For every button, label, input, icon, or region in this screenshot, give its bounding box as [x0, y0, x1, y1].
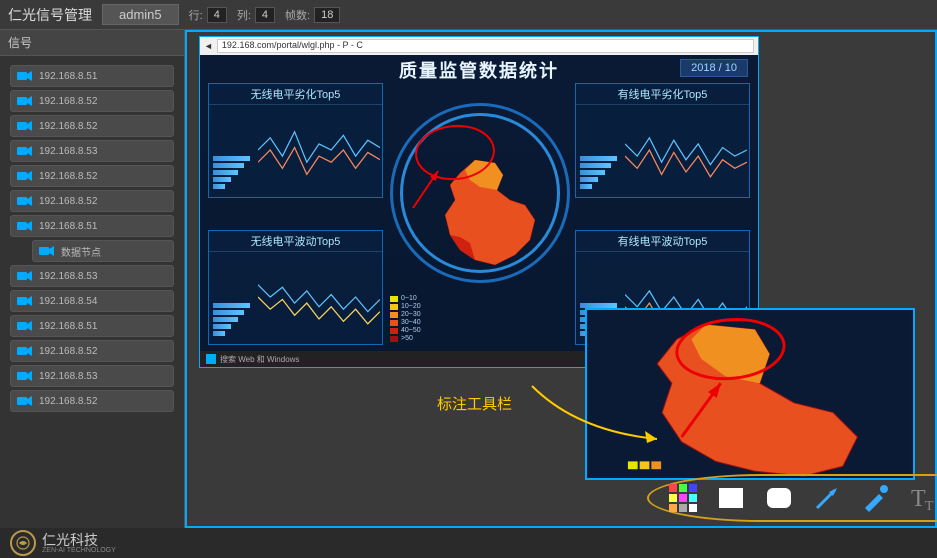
signal-item[interactable]: 192.168.8.53 [10, 265, 174, 287]
signal-item[interactable]: 192.168.8.52 [10, 90, 174, 112]
annotation-arrow [408, 163, 448, 218]
camera-icon [17, 120, 33, 132]
rounded-rect-tool-button[interactable] [759, 480, 799, 516]
camera-icon [17, 370, 33, 382]
annotation-toolbar: TT [647, 474, 937, 522]
signal-ip: 192.168.8.51 [39, 321, 97, 332]
camera-icon [39, 245, 55, 257]
map-legend: 0~1010~2020~3030~4040~50>50 [390, 294, 421, 343]
cols-control[interactable]: 列: 4 [237, 7, 275, 23]
signal-item[interactable]: 192.168.8.53 [10, 365, 174, 387]
company-sub: ZEN-AI TECHNOLOGY [42, 547, 116, 554]
signal-item[interactable]: 192.168.8.52 [10, 165, 174, 187]
signal-ip: 192.168.8.52 [39, 171, 97, 182]
toolbar-label: 标注工具栏 [437, 393, 512, 414]
sidebar-heading: 信号 [0, 30, 184, 56]
signal-ip: 192.168.8.52 [39, 121, 97, 132]
rows-control[interactable]: 行: 4 [189, 7, 227, 23]
company-name: 仁光科技 [42, 533, 116, 547]
panel-top-left: 无线电平劣化Top5 [208, 83, 383, 198]
signal-item[interactable]: 192.168.8.52 [10, 390, 174, 412]
signal-item[interactable]: 192.168.8.51 [10, 215, 174, 237]
signal-sidebar: 信号 192.168.8.51192.168.8.52192.168.8.521… [0, 30, 185, 528]
signal-ip: 192.168.8.52 [39, 346, 97, 357]
windows-start-icon[interactable] [206, 354, 216, 364]
signal-ip: 192.168.8.52 [39, 96, 97, 107]
signal-item[interactable]: 192.168.8.54 [10, 290, 174, 312]
signal-ip: 数据节点 [61, 244, 101, 259]
panel-bottom-left: 无线电平波动Top5 [208, 230, 383, 345]
search-placeholder[interactable]: 搜索 Web 和 Windows [220, 354, 299, 365]
back-icon[interactable]: ◄ [204, 41, 213, 51]
brush-tool-button[interactable] [855, 480, 895, 516]
camera-icon [17, 95, 33, 107]
camera-icon [17, 70, 33, 82]
browser-bar: ◄ 192.168.com/portal/wlgl.php - P - C [200, 37, 758, 55]
camera-icon [17, 320, 33, 332]
frames-control[interactable]: 帧数: 18 [285, 7, 340, 23]
signal-item[interactable]: 192.168.8.53 [10, 140, 174, 162]
user-display[interactable]: admin5 [102, 4, 179, 25]
panel-top-right: 有线电平劣化Top5 [575, 83, 750, 198]
dashboard-title: 质量监管数据统计 [200, 55, 758, 83]
signal-list: 192.168.8.51 192.168.8.52 192.168.8.52 192.… [0, 56, 184, 421]
signal-item[interactable]: 192.168.8.51 [10, 65, 174, 87]
app-title: 仁光信号管理 [8, 5, 92, 25]
url-bar[interactable]: 192.168.com/portal/wlgl.php - P - C [217, 39, 754, 53]
main-canvas[interactable]: ◄ 192.168.com/portal/wlgl.php - P - C 质量… [185, 30, 937, 528]
signal-ip: 192.168.8.52 [39, 196, 97, 207]
arrow-tool-button[interactable] [807, 480, 847, 516]
signal-item[interactable]: 192.168.8.52 [10, 190, 174, 212]
signal-ip: 192.168.8.53 [39, 271, 97, 282]
signal-item[interactable]: 192.168.8.52 [10, 115, 174, 137]
svg-text:T: T [911, 486, 926, 512]
signal-ip: 192.168.8.51 [39, 221, 97, 232]
camera-icon [17, 295, 33, 307]
signal-ip: 192.168.8.53 [39, 371, 97, 382]
signal-ip: 192.168.8.51 [39, 71, 97, 82]
camera-icon [17, 395, 33, 407]
signal-item[interactable]: 192.168.8.52 [10, 340, 174, 362]
text-tool-button[interactable]: TT [903, 480, 937, 516]
toolbar-pointer-arrow [527, 381, 667, 456]
camera-icon [17, 145, 33, 157]
signal-ip: 192.168.8.53 [39, 146, 97, 157]
app-header: 仁光信号管理 admin5 行: 4 列: 4 帧数: 18 [0, 0, 937, 30]
camera-icon [17, 220, 33, 232]
color-picker-button[interactable] [663, 480, 703, 516]
svg-text:T: T [925, 499, 934, 514]
signal-item[interactable]: 192.168.8.51 [10, 315, 174, 337]
dashboard-date: 2018 / 10 [680, 59, 748, 77]
footer-logo-area: 仁光科技 ZEN-AI TECHNOLOGY [0, 528, 126, 558]
signal-ip: 192.168.8.52 [39, 396, 97, 407]
camera-icon [17, 195, 33, 207]
camera-icon [17, 345, 33, 357]
camera-icon [17, 170, 33, 182]
company-logo-icon [10, 530, 36, 556]
signal-item[interactable]: 数据节点 [32, 240, 174, 262]
rectangle-tool-button[interactable] [711, 480, 751, 516]
camera-icon [17, 270, 33, 282]
signal-ip: 192.168.8.54 [39, 296, 97, 307]
